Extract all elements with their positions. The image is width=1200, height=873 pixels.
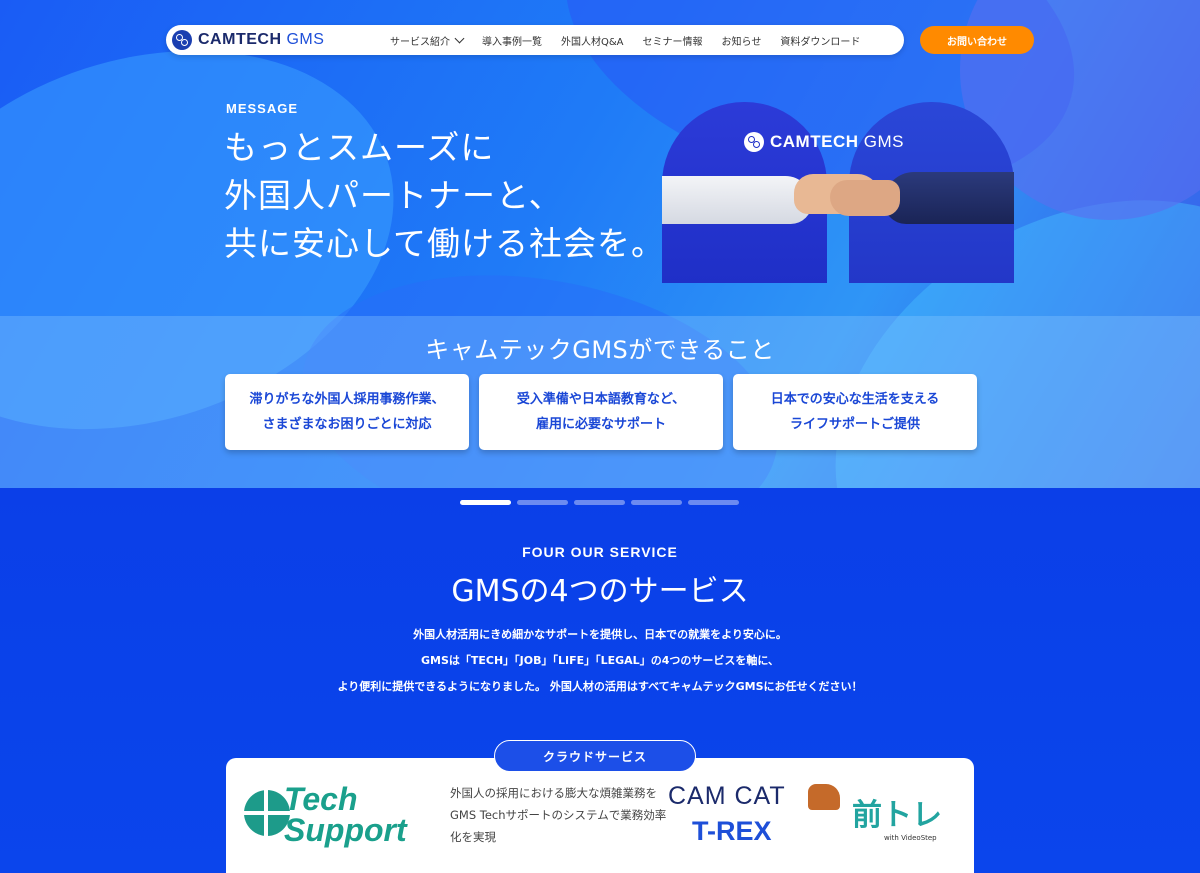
carousel-dot[interactable] bbox=[688, 500, 739, 505]
camtech-logo-icon bbox=[172, 30, 192, 50]
carousel-indicators bbox=[460, 500, 745, 505]
sleeve-left bbox=[662, 176, 812, 224]
services-description: 外国人材活用にきめ細かなサポートを提供し、日本での就業をより安心に。 GMSは「… bbox=[0, 622, 1200, 700]
desc-line: より便利に提供できるようになりました。 外国人材の活用はすべてキャムテックGMS… bbox=[337, 680, 863, 693]
nav-item-news[interactable]: お知らせ bbox=[722, 33, 762, 48]
card-line: 受入準備や日本語教育など、 bbox=[516, 392, 686, 407]
card-line: さまざまなお困りごとに対応 bbox=[262, 417, 432, 432]
card-line: 滞りがちな外国人採用事務作業、 bbox=[249, 392, 445, 407]
cat-icon bbox=[808, 784, 840, 810]
capabilities-title: キャムテックGMSができること bbox=[425, 336, 775, 364]
tech-support-line: Support bbox=[284, 812, 407, 848]
trex-logo[interactable]: T-REX bbox=[692, 816, 772, 847]
image-logo-text: CAMTECH GMS bbox=[770, 132, 904, 151]
carousel-dot[interactable] bbox=[574, 500, 625, 505]
desc-line: GMSは「TECH」「JOB」「LIFE」「LEGAL」の4つのサービスを軸に、 bbox=[420, 654, 780, 667]
sleeve-right bbox=[884, 172, 1014, 224]
nav-item-case-studies[interactable]: 導入事例一覧 bbox=[482, 33, 542, 48]
nav-menu: サービス紹介 導入事例一覧 外国人材Q&A セミナー情報 お知らせ 資料ダウンロ… bbox=[390, 25, 879, 55]
card-line: 雇用に必要なサポート bbox=[535, 417, 666, 432]
card-line: 日本での安心な生活を支える bbox=[770, 392, 940, 407]
capability-card: 受入準備や日本語教育など、 雇用に必要なサポート bbox=[479, 374, 723, 450]
services-title: GMSの4つのサービス bbox=[451, 574, 749, 609]
videostep-credit: with VideoStep bbox=[884, 834, 937, 842]
nav-item-seminars[interactable]: セミナー情報 bbox=[643, 33, 703, 48]
camtech-logo-icon bbox=[744, 132, 764, 152]
logo-text: CAMTECH GMS bbox=[198, 31, 325, 48]
capability-cards: 滞りがちな外国人採用事務作業、 さまざまなお困りごとに対応 受入準備や日本語教育… bbox=[225, 374, 987, 450]
handshake-image: CAMTECH GMS bbox=[662, 102, 1014, 283]
carousel-dot[interactable] bbox=[460, 500, 511, 505]
capability-card: 滞りがちな外国人採用事務作業、 さまざまなお困りごとに対応 bbox=[225, 374, 469, 450]
handshake-illustration bbox=[662, 170, 1014, 242]
site-logo[interactable]: CAMTECH GMS bbox=[172, 25, 324, 55]
hero-title-line: 外国人パートナーと、 bbox=[224, 176, 563, 215]
nav-item-services[interactable]: サービス紹介 bbox=[390, 33, 465, 48]
hand-right bbox=[830, 180, 900, 216]
services-eyebrow: FOUR OUR SERVICE bbox=[522, 544, 678, 560]
tech-support-logo[interactable]: Tech Support bbox=[244, 781, 429, 854]
contact-button[interactable]: お問い合わせ bbox=[920, 26, 1034, 54]
camcat-logo[interactable]: CAM CAT bbox=[668, 782, 786, 811]
maetore-logo[interactable]: 前トレ bbox=[852, 790, 942, 834]
card-line: ライフサポートご提供 bbox=[789, 417, 920, 432]
nav-item-qa[interactable]: 外国人材Q&A bbox=[561, 33, 624, 48]
top-navbar: CAMTECH GMS サービス紹介 導入事例一覧 外国人材Q&A セミナー情報… bbox=[166, 25, 904, 55]
nav-item-downloads[interactable]: 資料ダウンロード bbox=[780, 33, 860, 48]
tech-support-description: 外国人の採用における膨大な煩雑業務をGMS Techサポートのシステムで業務効率… bbox=[450, 786, 667, 844]
carousel-dot[interactable] bbox=[517, 500, 568, 505]
hero-title-line: もっとスムーズに bbox=[224, 128, 495, 167]
tech-support-line: Tech bbox=[284, 781, 358, 817]
hero-title: もっとスムーズに 外国人パートナーと、 共に安心して働ける社会を。 bbox=[224, 124, 665, 268]
image-logo: CAMTECH GMS bbox=[744, 132, 904, 152]
tech-support-text: Tech Support bbox=[284, 781, 407, 848]
hero-title-line: 共に安心して働ける社会を。 bbox=[224, 224, 666, 263]
capability-card: 日本での安心な生活を支える ライフサポートご提供 bbox=[733, 374, 977, 450]
hero-eyebrow: MESSAGE bbox=[226, 101, 299, 116]
chevron-down-icon bbox=[454, 33, 465, 43]
carousel-dot[interactable] bbox=[631, 500, 682, 505]
cloud-service-tag: クラウドサービス bbox=[494, 740, 696, 772]
desc-line: 外国人材活用にきめ細かなサポートを提供し、日本での就業をより安心に。 bbox=[413, 628, 787, 641]
